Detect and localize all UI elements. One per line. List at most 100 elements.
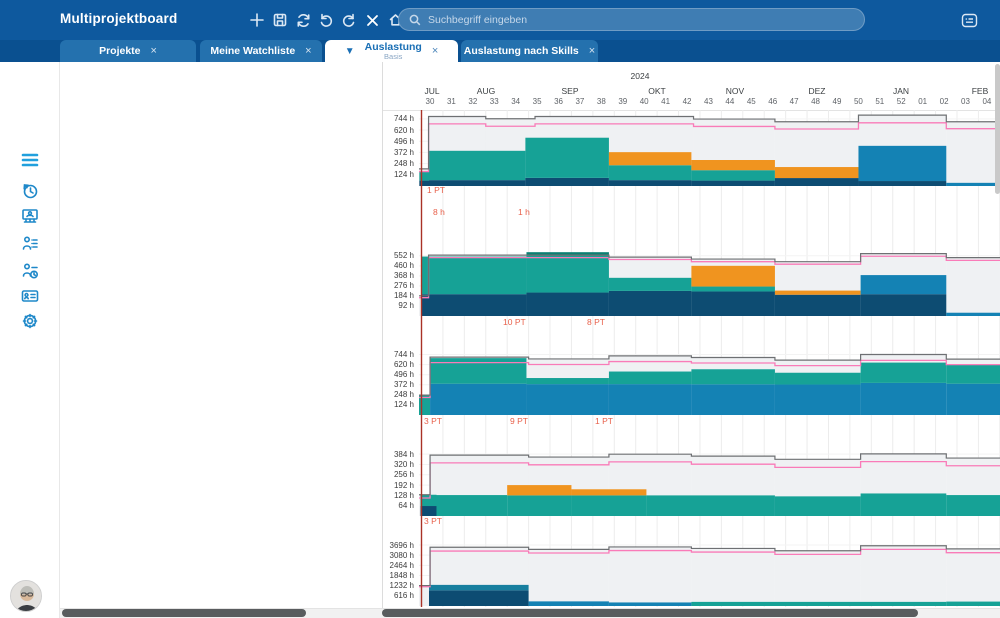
close-button[interactable] xyxy=(361,9,383,31)
hour-tick-label: 372 h xyxy=(383,380,414,389)
hour-tick-label: 620 h xyxy=(383,360,414,369)
resource-panel xyxy=(60,62,383,608)
week-label: 49 xyxy=(828,97,846,106)
week-label: 01 xyxy=(914,97,932,106)
sidebar-menu-button[interactable] xyxy=(17,147,43,173)
redo-icon xyxy=(342,13,356,27)
month-label: NOV xyxy=(726,86,744,96)
tab-label: Projekte xyxy=(99,45,140,57)
week-label: 48 xyxy=(807,97,825,106)
hour-tick-label: 620 h xyxy=(383,126,414,135)
sidebar-settings-button[interactable] xyxy=(17,308,43,334)
sidebar-person-time-button[interactable] xyxy=(17,258,43,284)
notifications-button[interactable] xyxy=(958,9,980,31)
hour-tick-label: 368 h xyxy=(383,271,414,280)
month-label: DEZ xyxy=(809,86,826,96)
tab-close-icon[interactable]: × xyxy=(305,45,311,57)
week-label: 37 xyxy=(571,97,589,106)
utilization-chart-canvas[interactable] xyxy=(419,110,1000,607)
utilization-chart[interactable] xyxy=(419,110,1000,607)
week-label: 46 xyxy=(764,97,782,106)
tab-projekte[interactable]: Projekte × xyxy=(60,40,196,62)
add-button[interactable] xyxy=(246,9,268,31)
hour-tick-label: 256 h xyxy=(383,470,414,479)
hour-tick-label: 248 h xyxy=(383,159,414,168)
sidebar-board-button[interactable] xyxy=(17,203,43,229)
tab-close-icon[interactable]: × xyxy=(432,45,438,57)
tab-auslastung[interactable]: ▼ Auslastung Basis × xyxy=(325,40,458,62)
sync-icon xyxy=(296,13,311,28)
chevron-down-icon[interactable]: ▼ xyxy=(345,46,355,57)
tab-close-icon[interactable]: × xyxy=(151,45,157,57)
feed-icon xyxy=(961,13,978,28)
week-label: 47 xyxy=(785,97,803,106)
save-button[interactable] xyxy=(269,9,291,31)
overload-amount-label: 8 h xyxy=(433,207,445,217)
sidebar-team-skills-button[interactable] xyxy=(17,231,43,257)
overload-amount-label: 1 h xyxy=(518,207,530,217)
refresh-button[interactable] xyxy=(292,9,314,31)
week-label: 32 xyxy=(464,97,482,106)
tab-bar: Projekte × Meine Watchliste × ▼ Auslastu… xyxy=(0,40,1000,62)
tab-auslastung-nach-skills[interactable]: Auslastung nach Skills × xyxy=(461,40,598,62)
vertical-scrollbar-thumb[interactable] xyxy=(995,64,1000,194)
close-icon xyxy=(366,14,379,27)
hour-tick-label: 276 h xyxy=(383,281,414,290)
hamburger-icon xyxy=(21,153,39,167)
person-list-icon xyxy=(21,235,39,253)
hour-tick-label: 384 h xyxy=(383,450,414,459)
plus-icon xyxy=(250,13,264,27)
id-card-icon xyxy=(21,289,39,303)
sidebar-id-card-button[interactable] xyxy=(17,283,43,309)
tab-sublabel: Basis xyxy=(384,53,402,61)
hour-tick-label: 3696 h xyxy=(383,541,414,550)
hour-tick-label: 496 h xyxy=(383,137,414,146)
search-icon xyxy=(409,14,421,26)
redo-button[interactable] xyxy=(338,9,360,31)
week-label: 38 xyxy=(592,97,610,106)
hour-tick-label: 192 h xyxy=(383,481,414,490)
hour-tick-label: 124 h xyxy=(383,400,414,409)
week-label: 31 xyxy=(442,97,460,106)
week-label: 45 xyxy=(742,97,760,106)
horizontal-scrollbar-thumb-panel[interactable] xyxy=(62,609,306,617)
hour-tick-label: 1848 h xyxy=(383,571,414,580)
sidebar-history-button[interactable] xyxy=(17,178,43,204)
overload-amount-label: 1 PT xyxy=(595,416,613,426)
undo-button[interactable] xyxy=(315,9,337,31)
timeline-year-label: 2024 xyxy=(620,71,660,81)
hour-tick-label: 1232 h xyxy=(383,581,414,590)
hour-tick-label: 248 h xyxy=(383,390,414,399)
overload-amount-label: 1 PT xyxy=(427,185,445,195)
hour-tick-label: 124 h xyxy=(383,170,414,179)
sidebar xyxy=(0,62,60,618)
gear-icon xyxy=(21,312,39,330)
header-bar: Multiprojektboard xyxy=(0,0,1000,40)
search-box[interactable] xyxy=(398,8,865,31)
overload-amount-label: 3 PT xyxy=(424,516,442,526)
month-label: JUL xyxy=(424,86,439,96)
search-input[interactable] xyxy=(428,14,808,26)
overload-amount-label: 8 PT xyxy=(587,317,605,327)
user-avatar[interactable] xyxy=(10,580,42,612)
tab-close-icon[interactable]: × xyxy=(589,45,595,57)
month-label: SEP xyxy=(561,86,578,96)
hour-tick-label: 92 h xyxy=(383,301,414,310)
week-label: 33 xyxy=(485,97,503,106)
overload-amount-label: 3 PT xyxy=(424,416,442,426)
week-label: 50 xyxy=(849,97,867,106)
hour-tick-label: 2464 h xyxy=(383,561,414,570)
horizontal-scrollbar-thumb-chart[interactable] xyxy=(382,609,918,617)
hour-tick-label: 744 h xyxy=(383,350,414,359)
tab-meine-watchliste[interactable]: Meine Watchliste × xyxy=(200,40,322,62)
overload-amount-label: 9 PT xyxy=(510,416,528,426)
hour-tick-label: 320 h xyxy=(383,460,414,469)
hour-tick-label: 64 h xyxy=(383,501,414,510)
month-label: FEB xyxy=(972,86,989,96)
week-label: 34 xyxy=(507,97,525,106)
week-label: 04 xyxy=(978,97,996,106)
avatar-photo xyxy=(11,581,42,612)
week-label: 30 xyxy=(421,97,439,106)
tab-label: Auslastung nach Skills xyxy=(464,45,579,57)
history-clock-icon xyxy=(21,182,39,200)
